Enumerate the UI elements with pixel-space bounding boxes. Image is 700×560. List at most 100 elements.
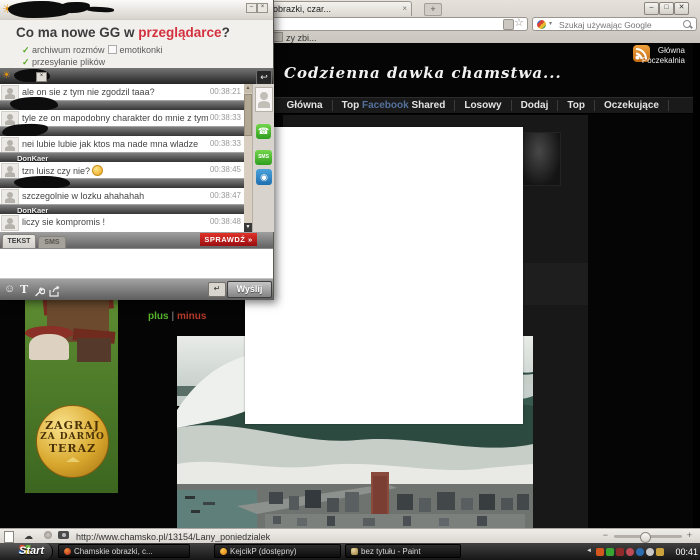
webcam-icon[interactable]: ◉ <box>256 169 272 185</box>
tray-icon-7[interactable] <box>656 548 664 556</box>
redacted-sender-scribble <box>10 97 58 111</box>
tray-collapse-icon[interactable]: ◄ <box>586 548 592 554</box>
browser-status-bar: ☁ http://www.chamsko.pl/13154/Lany_ponie… <box>0 528 700 544</box>
nav-dodaj[interactable]: Dodaj <box>512 100 559 111</box>
tray-icon-4[interactable] <box>626 548 634 556</box>
emoticon-picker-icon[interactable]: ☺ <box>4 283 15 295</box>
tab-close-icon[interactable]: × <box>402 4 407 13</box>
gg-titlebar[interactable]: ☀ – × <box>0 0 273 21</box>
camera-icon[interactable] <box>58 531 69 541</box>
nav-losowy[interactable]: Losowy <box>455 100 511 111</box>
bookmark-favicon <box>273 32 283 42</box>
system-tray: ◄ 00:41 <box>590 543 698 560</box>
share-icon[interactable] <box>49 284 61 302</box>
cloud-icon[interactable]: ☁ <box>24 531 33 541</box>
window-minimize-button[interactable]: – <box>644 2 659 15</box>
nav-glowna[interactable]: Główna <box>277 100 332 111</box>
bookmarks-bar-item[interactable]: zy zbi... <box>273 32 317 43</box>
tray-icon-6[interactable] <box>646 548 654 556</box>
paint-icon <box>351 548 358 555</box>
link-glowna[interactable]: Główna <box>642 46 685 56</box>
ad-village-house2 <box>77 338 111 362</box>
sidebar-thumbnail-image[interactable] <box>521 132 561 186</box>
page-action-icon[interactable] <box>503 19 514 30</box>
nav-top-facebook-shared[interactable]: Top Facebook Shared <box>333 100 456 111</box>
start-button[interactable]: Start <box>0 543 53 560</box>
taskbar-item-gg[interactable]: KejcikP (dostępny) <box>214 544 341 558</box>
contact-avatar <box>255 87 273 112</box>
chat-scrollbar[interactable]: ▲ ▼ <box>244 84 252 232</box>
chevron-up-icon <box>66 457 80 462</box>
tray-icon-3[interactable] <box>616 548 624 556</box>
chat-close-icon[interactable]: × <box>36 72 47 82</box>
site-title: Codzienna dawka chamstwa... <box>284 64 562 82</box>
promo-feature-archiwum: ✓ archiwum rozmów <box>22 45 105 56</box>
site-header-links: Główna Poczekalnia <box>642 46 685 66</box>
search-icon[interactable] <box>683 20 691 28</box>
bookmark-star-icon[interactable]: ☆ <box>514 16 524 29</box>
check-icon: ✓ <box>22 57 32 67</box>
sms-icon[interactable]: SMS <box>255 150 272 165</box>
zoom-slider[interactable] <box>614 535 682 538</box>
desktop-screen: obrazki, czar... × + – □ ✕ ☆ ▾ zy zbi... <box>0 0 700 560</box>
taskbar: Start Chamskie obrazki, c... KejcikP (do… <box>0 543 700 560</box>
tray-icon-1[interactable] <box>596 548 604 556</box>
search-box[interactable]: ▾ <box>532 17 697 31</box>
chat-expand-icon[interactable]: ↩ <box>256 70 272 85</box>
gg-close-button[interactable]: × <box>257 3 268 13</box>
scroll-up-icon[interactable]: ▲ <box>244 84 252 93</box>
redacted-title-scribble <box>86 6 114 12</box>
chat-message: liczy sie kompromis ! 00:38:48 <box>0 214 244 232</box>
zoom-out-icon[interactable]: − <box>603 530 608 540</box>
message-input-area[interactable] <box>0 248 273 279</box>
zoom-slider-knob[interactable] <box>640 532 651 543</box>
search-engine-dropdown-icon[interactable]: ▾ <box>549 20 552 27</box>
zoom-in-icon[interactable]: + <box>687 530 692 540</box>
nav-top[interactable]: Top <box>558 100 595 111</box>
wrench-icon[interactable] <box>34 284 45 302</box>
checkbox-icon[interactable] <box>108 45 117 54</box>
avatar <box>1 137 19 153</box>
gg-minimize-button[interactable]: – <box>246 3 257 13</box>
search-input[interactable] <box>557 19 679 31</box>
avatar <box>1 163 19 179</box>
tab-tekst[interactable]: TEKST <box>2 234 36 249</box>
promo-title: Co ma nowe GG w przeglądarce? <box>16 25 230 40</box>
bookmark-label: zy zbi... <box>286 33 317 43</box>
chat-message: nei lubie lubie jak ktos ma nade mna wla… <box>0 136 244 152</box>
paint-window-canvas[interactable] <box>245 127 523 424</box>
send-on-enter-icon[interactable]: ↵ <box>208 282 226 297</box>
taskbar-item-browser[interactable]: Chamskie obrazki, c... <box>58 544 190 558</box>
taskbar-item-paint[interactable]: bez tytułu - Paint <box>345 544 461 558</box>
voice-call-icon[interactable]: ☎ <box>256 124 271 139</box>
game-ad-banner[interactable]: ZAGRAJ ZA DARMO TERAZ portmmo <box>25 300 118 493</box>
vote-plus-link[interactable]: plus <box>148 311 169 322</box>
status-url: http://www.chamsko.pl/13154/Lany_poniedz… <box>76 532 270 542</box>
font-icon[interactable]: T <box>20 283 28 296</box>
emoticon-icon <box>92 165 103 176</box>
tray-icon-5[interactable] <box>636 548 644 556</box>
gg-status-icon <box>220 548 227 555</box>
nav-oczekujace[interactable]: Oczekujące <box>595 100 669 111</box>
send-button[interactable]: Wyślij <box>227 281 272 298</box>
ad-mill <box>29 334 69 360</box>
firefox-icon <box>64 548 71 555</box>
gg-chat-window: ☀ – × Co ma nowe GG w przeglądarce? ✓ ar… <box>0 0 274 300</box>
link-poczekalnia[interactable]: Poczekalnia <box>642 56 685 66</box>
promo-feature-emotikonki: emotikonki <box>108 45 163 55</box>
window-maximize-button[interactable]: □ <box>659 2 674 15</box>
nav-facebook-word: Facebook <box>362 100 409 111</box>
new-tab-button[interactable]: + <box>424 3 442 16</box>
scrollbar-thumb[interactable] <box>244 94 252 136</box>
vote-minus-link[interactable]: minus <box>177 311 206 322</box>
sprawdz-button[interactable]: SPRAWDŹ » <box>200 233 257 246</box>
addon-icon[interactable] <box>44 531 52 541</box>
browser-tab[interactable]: obrazki, czar... × <box>263 1 412 16</box>
chat-message-list: ale on sie z tym nie zgodzil taaa? 00:38… <box>0 84 273 232</box>
avatar <box>1 215 19 231</box>
window-close-button[interactable]: ✕ <box>674 2 689 15</box>
scroll-down-icon[interactable]: ▼ <box>244 223 252 232</box>
gg-promo-banner[interactable]: Co ma nowe GG w przeglądarce? ✓ archiwum… <box>0 20 273 69</box>
ad-cta-badge[interactable]: ZAGRAJ ZA DARMO TERAZ <box>36 405 109 478</box>
tray-icon-2[interactable] <box>606 548 614 556</box>
